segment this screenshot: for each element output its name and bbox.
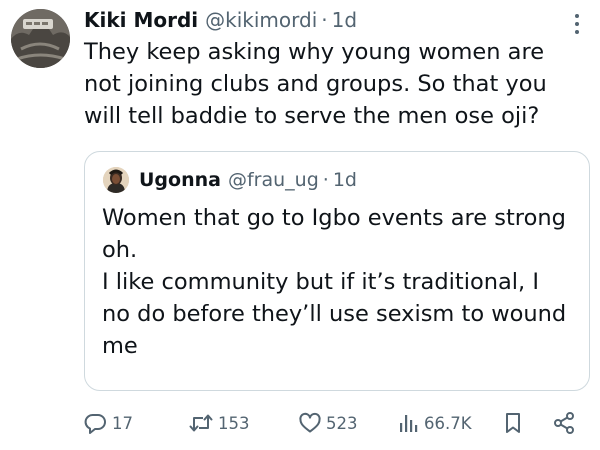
reply-icon — [84, 414, 106, 434]
share-icon — [554, 412, 574, 434]
author-avatar[interactable] — [11, 9, 70, 68]
more-options-button[interactable] — [570, 12, 584, 36]
reply-button[interactable]: 17 — [84, 406, 133, 440]
views-icon — [400, 415, 418, 432]
more-vertical-icon — [575, 14, 579, 34]
header-separator: · — [321, 8, 328, 32]
tweet[interactable]: Kiki Mordi @kikimordi · 1d They keep ask… — [0, 0, 600, 450]
author-handle[interactable]: @kikimordi — [205, 8, 317, 32]
tweet-actions-bar: 17 153 523 66.7K — [0, 406, 600, 440]
quoted-author-avatar[interactable] — [103, 167, 129, 193]
repost-count: 153 — [218, 413, 250, 433]
quoted-tweet-timestamp[interactable]: 1d — [333, 169, 357, 191]
author-name[interactable]: Kiki Mordi — [84, 8, 198, 32]
like-button[interactable]: 523 — [298, 406, 358, 440]
repost-button[interactable]: 153 — [188, 406, 250, 440]
view-count: 66.7K — [424, 413, 472, 433]
bookmark-icon — [506, 413, 520, 433]
portrait-avatar-image — [103, 167, 129, 193]
quoted-author-name[interactable]: Ugonna — [139, 169, 221, 191]
heart-icon — [299, 412, 321, 433]
views-button[interactable]: 66.7K — [398, 406, 472, 440]
repost-icon — [189, 414, 213, 432]
quoted-tweet-text: Women that go to Igbo events are strong … — [102, 205, 567, 359]
tweet-timestamp[interactable]: 1d — [332, 8, 357, 32]
share-button[interactable] — [552, 406, 576, 440]
quoted-tweet[interactable]: Ugonna @frau_ug · 1d Women that go to Ig… — [84, 151, 590, 391]
cat-avatar-image — [11, 9, 70, 68]
quoted-author-handle[interactable]: @frau_ug — [228, 169, 319, 191]
quoted-tweet-header: Ugonna @frau_ug · 1d — [139, 166, 357, 194]
tweet-text: They keep asking why young women are not… — [84, 39, 547, 129]
quoted-header-separator: · — [322, 169, 329, 191]
tweet-header: Kiki Mordi @kikimordi · 1d — [84, 6, 357, 34]
like-count: 523 — [326, 413, 358, 433]
bookmark-button[interactable] — [502, 406, 524, 440]
reply-count: 17 — [112, 413, 133, 433]
